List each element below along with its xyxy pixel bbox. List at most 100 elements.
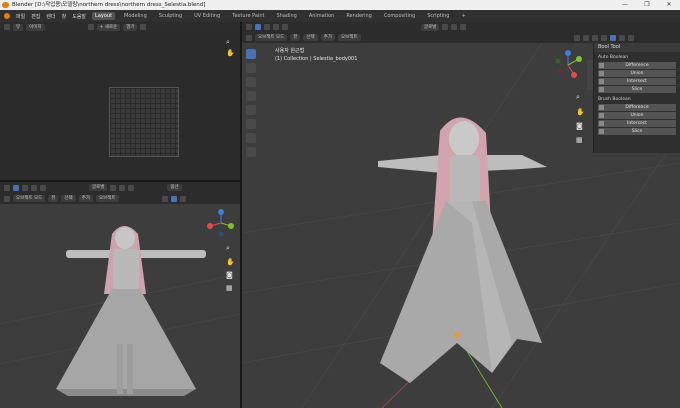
- tab-animation[interactable]: Animation: [306, 12, 338, 20]
- difference-icon: [599, 105, 604, 110]
- maximize-button[interactable]: ❐: [636, 0, 658, 10]
- left-axis-gizmo[interactable]: [206, 208, 236, 238]
- close-button[interactable]: ✕: [658, 0, 680, 10]
- pan-hand-icon[interactable]: ✋: [576, 108, 585, 116]
- editor-type-icon[interactable]: [4, 24, 10, 30]
- mode-icon[interactable]: [264, 24, 270, 30]
- tab-rendering[interactable]: Rendering: [343, 12, 375, 20]
- auto-intersect-button[interactable]: Intersect: [598, 78, 676, 85]
- new-image-button[interactable]: + 새로운: [96, 23, 121, 31]
- add-workspace-button[interactable]: +: [458, 12, 468, 20]
- minimize-button[interactable]: —: [614, 0, 636, 10]
- menu-help[interactable]: 도움말: [72, 13, 86, 20]
- shading-solid-icon[interactable]: [609, 34, 616, 41]
- tab-layout[interactable]: Layout: [92, 12, 116, 20]
- left-3d-viewport[interactable]: ⌕ ✋ ◙ ▦: [0, 204, 240, 408]
- grid-icon[interactable]: ▦: [226, 284, 235, 292]
- camera-icon[interactable]: ◙: [576, 122, 585, 130]
- visibility-icon[interactable]: [573, 34, 580, 41]
- annotate-tool-icon[interactable]: [246, 133, 256, 143]
- image-editor-image-menu[interactable]: 이미지: [26, 23, 45, 31]
- mode-icon[interactable]: [40, 184, 46, 191]
- left-menu-view[interactable]: 뷰: [48, 195, 59, 202]
- blender-menu-icon[interactable]: [4, 13, 10, 19]
- menu-file[interactable]: 파일: [16, 13, 25, 20]
- grid-icon[interactable]: ▦: [576, 136, 585, 144]
- main-axis-gizmo[interactable]: [552, 49, 584, 81]
- open-image-button[interactable]: 열기: [123, 23, 138, 31]
- proportional-icon[interactable]: [460, 24, 467, 30]
- left-menu-object[interactable]: 오브젝트: [95, 195, 119, 202]
- scale-tool-icon[interactable]: [246, 105, 256, 115]
- brush-slice-button[interactable]: Slice: [598, 128, 676, 135]
- menu-edit[interactable]: 편집: [31, 13, 40, 20]
- brush-union-button[interactable]: Union: [598, 112, 676, 119]
- shading-wire-icon[interactable]: [600, 34, 607, 41]
- overlay-icon[interactable]: [582, 34, 589, 41]
- shading-rendered-icon[interactable]: [627, 34, 634, 41]
- mode-icon[interactable]: [282, 24, 288, 30]
- main-menu-object[interactable]: 오브젝트: [337, 34, 361, 41]
- options-dropdown[interactable]: 옵션: [167, 184, 182, 191]
- rotate-tool-icon[interactable]: [246, 91, 256, 101]
- shading-icon[interactable]: [179, 195, 186, 202]
- editor-type-icon[interactable]: [246, 34, 252, 41]
- mode-icon[interactable]: [31, 184, 37, 191]
- pan-hand-icon[interactable]: ✋: [226, 258, 235, 266]
- auto-difference-button[interactable]: Difference: [598, 62, 676, 69]
- camera-icon[interactable]: ◙: [226, 271, 235, 279]
- zoom-icon[interactable]: ⌕: [576, 93, 585, 102]
- main-menu-select[interactable]: 선택: [303, 34, 318, 41]
- tab-scripting[interactable]: Scripting: [424, 12, 452, 20]
- left-menu-add[interactable]: 추가: [78, 195, 93, 202]
- pivot-icon[interactable]: [110, 184, 117, 191]
- tab-sculpting[interactable]: Sculpting: [156, 12, 185, 20]
- shading-icon[interactable]: [161, 195, 168, 202]
- cursor-tool-icon[interactable]: [246, 63, 256, 73]
- main-menu-view[interactable]: 뷰: [290, 34, 301, 41]
- transform-orientation-dropdown[interactable]: 글로벌: [421, 23, 440, 31]
- left-mode-dropdown[interactable]: 오브젝트 모드: [13, 195, 46, 202]
- left-menu-select[interactable]: 선택: [61, 195, 76, 202]
- auto-union-button[interactable]: Union: [598, 70, 676, 77]
- xray-icon[interactable]: [591, 34, 598, 41]
- snap-icon[interactable]: [119, 184, 126, 191]
- tab-uv-editing[interactable]: UV Editing: [191, 12, 223, 20]
- transform-orientation-dropdown[interactable]: 글로벌: [89, 184, 108, 191]
- tab-texture-paint[interactable]: Texture Paint: [229, 12, 267, 20]
- pivot-icon[interactable]: [442, 24, 449, 30]
- select-box-icon[interactable]: [13, 184, 19, 191]
- brush-difference-button[interactable]: Difference: [598, 104, 676, 111]
- menu-render[interactable]: 렌더: [46, 13, 55, 20]
- menu-window[interactable]: 창: [62, 13, 67, 20]
- editor-type-icon[interactable]: [4, 184, 10, 191]
- proportional-icon[interactable]: [128, 184, 135, 191]
- bool-tool-title[interactable]: Bool Tool: [594, 43, 680, 52]
- editor-type-icon[interactable]: [4, 195, 10, 202]
- select-box-icon[interactable]: [255, 24, 261, 30]
- image-browse-icon[interactable]: [87, 24, 94, 30]
- mode-icon[interactable]: [273, 24, 279, 30]
- shading-material-icon[interactable]: [618, 34, 625, 41]
- move-tool-icon[interactable]: [246, 77, 256, 87]
- tab-modeling[interactable]: Modeling: [121, 12, 150, 20]
- measure-tool-icon[interactable]: [246, 147, 256, 157]
- select-tool-icon[interactable]: [246, 49, 256, 59]
- transform-tool-icon[interactable]: [246, 119, 256, 129]
- tab-compositing[interactable]: Compositing: [381, 12, 418, 20]
- tab-shading[interactable]: Shading: [274, 12, 300, 20]
- editor-type-icon[interactable]: [246, 24, 252, 30]
- pin-icon[interactable]: [140, 24, 147, 30]
- image-editor-view-menu[interactable]: 뷰: [13, 23, 24, 31]
- zoom-icon[interactable]: ⌕: [226, 38, 232, 46]
- main-mode-dropdown[interactable]: 오브젝트 모드: [255, 34, 288, 41]
- auto-slice-button[interactable]: Slice: [598, 86, 676, 93]
- union-icon: [599, 71, 604, 76]
- main-menu-add[interactable]: 추가: [320, 34, 335, 41]
- mode-icon[interactable]: [22, 184, 28, 191]
- zoom-icon[interactable]: ⌕: [226, 244, 235, 253]
- shading-icon[interactable]: [170, 195, 177, 202]
- snap-icon[interactable]: [451, 24, 458, 30]
- brush-intersect-button[interactable]: Intersect: [598, 120, 676, 127]
- pan-hand-icon[interactable]: ✋: [226, 49, 235, 57]
